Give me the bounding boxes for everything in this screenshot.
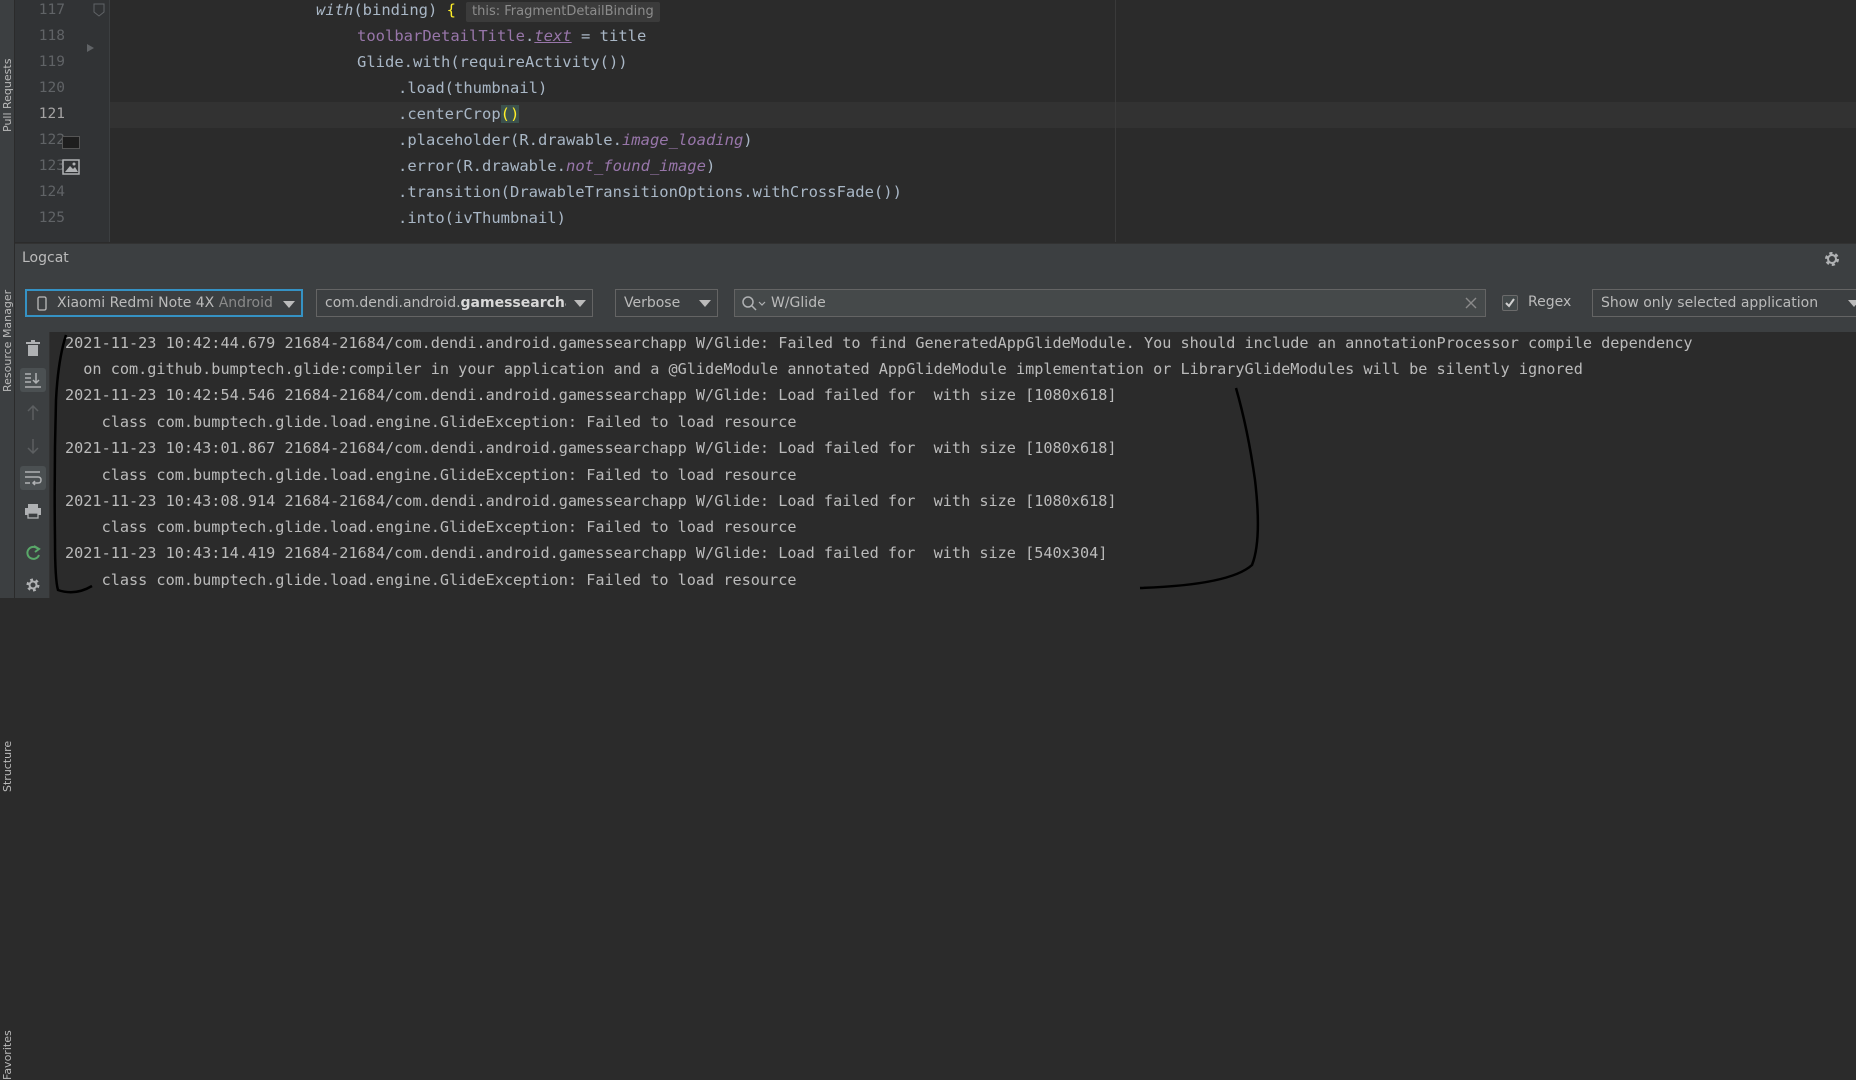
line-number: 125 <box>38 210 65 226</box>
line-number: 119 <box>38 54 65 70</box>
restart-button[interactable] <box>20 541 46 565</box>
parameter-hint: this: FragmentDetailBinding <box>466 2 660 22</box>
current-line-highlight <box>109 102 1856 128</box>
log-line: class com.bumptech.glide.load.engine.Gli… <box>65 466 797 484</box>
log-line: 2021-11-23 10:42:44.679 21684-21684/com.… <box>65 334 1693 352</box>
image-preview-icon[interactable] <box>62 159 80 175</box>
code-line-120: .load(thumbnail) <box>398 79 548 97</box>
log-line: 2021-11-23 10:42:54.546 21684-21684/com.… <box>65 386 1117 404</box>
fold-marker-icon[interactable] <box>93 3 105 17</box>
package-select[interactable]: com.dendi.android.gamessearchapp <box>316 289 593 317</box>
placeholder-image-preview-icon[interactable] <box>62 136 80 149</box>
chevron-down-icon <box>574 300 586 307</box>
arrow-up-icon <box>27 405 39 420</box>
regex-label: Regex <box>1528 294 1572 310</box>
line-number: 121 <box>38 106 65 122</box>
gear-icon[interactable] <box>1823 250 1841 268</box>
print-button[interactable] <box>20 499 46 523</box>
settings-button[interactable] <box>20 573 46 597</box>
log-line: 2021-11-23 10:43:14.419 21684-21684/com.… <box>65 544 1108 562</box>
clear-logcat-button[interactable] <box>20 336 46 360</box>
up-arrow-button[interactable] <box>20 401 46 425</box>
scroll-to-end-button[interactable] <box>20 368 46 392</box>
log-line: class com.bumptech.glide.load.engine.Gli… <box>65 518 797 536</box>
log-line: 2021-11-23 10:43:01.867 21684-21684/com.… <box>65 439 1117 457</box>
clear-icon[interactable] <box>1465 297 1477 309</box>
code-line-124: .transition(DrawableTransitionOptions.wi… <box>398 183 902 201</box>
pull-requests-tab[interactable]: Pull Requests <box>0 59 14 136</box>
code-line-117: with(binding) {this: FragmentDetailBindi… <box>316 0 660 23</box>
logcat-title: Logcat <box>22 250 69 266</box>
line-number: 120 <box>38 80 65 96</box>
search-icon <box>742 296 766 311</box>
search-input[interactable]: W/Glide <box>771 290 826 316</box>
filter-select[interactable]: Show only selected application <box>1592 289 1856 317</box>
line-number: 118 <box>38 28 65 44</box>
soft-wrap-button[interactable] <box>20 466 46 490</box>
code-line-118: toolbarDetailTitle.text = title <box>357 27 647 45</box>
code-line-121: .centerCrop() <box>398 105 520 123</box>
soft-wrap-icon <box>25 471 42 486</box>
device-select[interactable]: Xiaomi Redmi Note 4X Android 7 <box>25 289 303 317</box>
chevron-down-icon <box>1848 300 1856 307</box>
fold-column <box>87 0 110 242</box>
restart-icon <box>26 545 41 560</box>
line-number: 117 <box>38 2 65 18</box>
scroll-to-end-icon <box>25 373 41 388</box>
logcat-header <box>15 243 1856 274</box>
line-number: 123 <box>38 158 65 174</box>
down-arrow-button[interactable] <box>20 434 46 458</box>
chevron-down-icon <box>283 301 295 308</box>
code-line-125: .into(ivThumbnail) <box>398 209 566 227</box>
log-line: class com.bumptech.glide.load.engine.Gli… <box>65 571 797 589</box>
line-number: 124 <box>38 184 65 200</box>
code-line-122: .placeholder(R.drawable.image_loading) <box>398 131 753 149</box>
print-icon <box>25 504 41 519</box>
arrow-down-icon <box>27 439 39 454</box>
log-line: 2021-11-23 10:43:08.914 21684-21684/com.… <box>65 492 1117 510</box>
line-number: 122 <box>38 132 65 148</box>
log-line: class com.bumptech.glide.load.engine.Gli… <box>65 413 797 431</box>
trash-icon <box>26 339 40 356</box>
gear-icon <box>26 578 40 592</box>
regex-checkbox[interactable] <box>1502 295 1518 311</box>
code-line-123: .error(R.drawable.not_found_image) <box>398 157 716 175</box>
chevron-down-icon <box>699 300 711 307</box>
left-tool-strip: Pull Requests Resource Manager Structure… <box>0 0 15 1080</box>
right-margin-guide <box>1115 0 1116 242</box>
collapsed-arrow-icon[interactable] <box>86 43 96 53</box>
phone-icon <box>37 296 47 311</box>
log-line: on com.github.bumptech.glide:compiler in… <box>65 360 1583 378</box>
log-search-field[interactable]: W/Glide <box>734 289 1486 317</box>
checkmark-icon <box>1505 298 1515 308</box>
log-level-select[interactable]: Verbose <box>615 289 718 317</box>
code-line-119: Glide.with(requireActivity()) <box>357 53 628 71</box>
